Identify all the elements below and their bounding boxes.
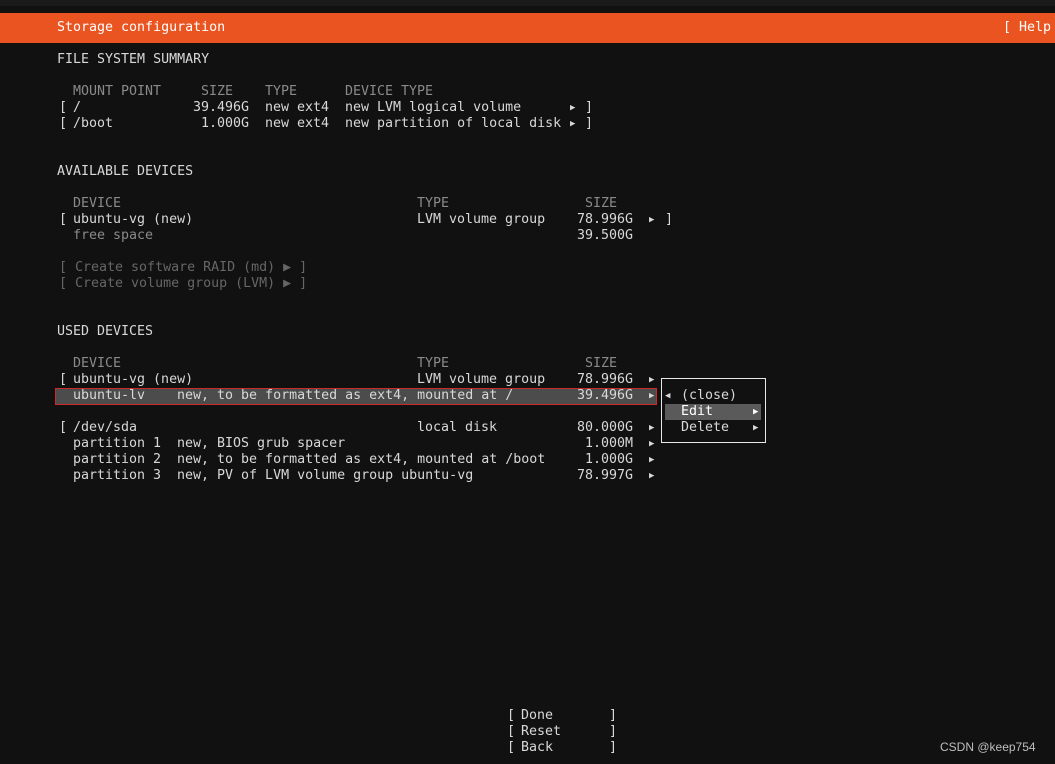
partition-name: partition 3 xyxy=(73,468,162,483)
partition-desc: new, PV of LVM volume group ubuntu-vg xyxy=(177,468,474,483)
fs-type: new ext4 xyxy=(265,116,330,131)
device-name: ubuntu-vg (new) xyxy=(73,372,194,387)
device-size: 78.996G xyxy=(577,372,634,387)
device-type: LVM volume group xyxy=(417,372,546,387)
submenu-arrow-icon: ▶ xyxy=(753,407,759,417)
partition-size: 78.997G xyxy=(577,468,634,483)
device-name: /dev/sda xyxy=(73,420,138,435)
top-border xyxy=(0,0,1055,6)
help-button[interactable]: [ Help xyxy=(1003,20,1051,36)
avail-col-device: DEVICE xyxy=(73,196,122,211)
menu-close-label: (close) xyxy=(681,388,738,403)
watermark: CSDN @keep754 xyxy=(940,740,1036,754)
row-arrow-icon: ▶ xyxy=(649,455,655,465)
create-raid-button[interactable]: [ Create software RAID (md) ▶ ] xyxy=(59,260,307,276)
row-arrow-icon: ▶ xyxy=(649,423,655,433)
device-size: 80.000G xyxy=(577,420,634,435)
fs-size: 1.000G xyxy=(201,116,250,131)
free-space-size: 39.500G xyxy=(577,228,634,243)
avail-col-size: SIZE xyxy=(585,196,618,211)
used-col-device: DEVICE xyxy=(73,356,122,371)
available-heading: AVAILABLE DEVICES xyxy=(57,164,194,179)
row-arrow-icon: ▶ xyxy=(570,103,576,113)
fs-devtype: new partition of local disk xyxy=(345,116,562,131)
row-arrow-icon: ▶ xyxy=(649,439,655,449)
partition-size: 1.000M xyxy=(585,436,634,451)
used-heading: USED DEVICES xyxy=(57,324,154,339)
create-vg-button[interactable]: [ Create volume group (LVM) ▶ ] xyxy=(59,276,307,292)
partition-name: partition 1 xyxy=(73,436,162,451)
partition-name: partition 2 xyxy=(73,452,162,467)
fs-col-type: TYPE xyxy=(265,84,298,99)
partition-desc: new, to be formatted as ext4, mounted at… xyxy=(177,452,546,467)
menu-delete-label: Delete xyxy=(681,420,730,435)
used-col-size: SIZE xyxy=(585,356,618,371)
partition-size: 1.000G xyxy=(585,452,634,467)
used-col-type: TYPE xyxy=(417,356,450,371)
row-arrow-icon: ▶ xyxy=(649,471,655,481)
fs-mount: /boot xyxy=(73,116,114,131)
free-space-label: free space xyxy=(73,228,154,243)
fs-type: new ext4 xyxy=(265,100,330,115)
back-label: Back xyxy=(521,740,554,755)
lv-description: new, to be formatted as ext4, mounted at… xyxy=(177,388,514,403)
device-name: ubuntu-vg (new) xyxy=(73,212,194,227)
fs-summary-heading: FILE SYSTEM SUMMARY xyxy=(57,52,210,67)
avail-col-type: TYPE xyxy=(417,196,450,211)
submenu-arrow-icon: ▶ xyxy=(753,423,759,433)
partition-desc: new, BIOS grub spacer xyxy=(177,436,346,451)
fs-col-devtype: DEVICE TYPE xyxy=(345,84,434,99)
device-size: 78.996G xyxy=(577,212,634,227)
page-title: Storage configuration xyxy=(57,20,226,35)
lv-size: 39.496G xyxy=(577,388,634,403)
reset-label: Reset xyxy=(521,724,562,739)
lv-name: ubuntu-lv xyxy=(73,388,146,403)
row-arrow-icon: ▶ xyxy=(649,375,655,385)
back-arrow-icon: ◀ xyxy=(665,391,671,401)
device-type: local disk xyxy=(417,420,498,435)
done-label: Done xyxy=(521,708,554,723)
row-arrow-icon: ▶ xyxy=(649,215,655,225)
row-arrow-icon: ▶ xyxy=(570,119,576,129)
row-arrow-icon: ▶ xyxy=(649,391,655,401)
menu-edit-label: Edit xyxy=(681,404,714,419)
fs-size: 39.496G xyxy=(193,100,250,115)
fs-devtype: new LVM logical volume xyxy=(345,100,522,115)
title-bar: Storage configuration [ Help xyxy=(0,13,1055,43)
fs-col-mount: MOUNT POINT xyxy=(73,84,162,99)
fs-mount: / xyxy=(73,100,82,115)
fs-col-size: SIZE xyxy=(201,84,234,99)
device-type: LVM volume group xyxy=(417,212,546,227)
